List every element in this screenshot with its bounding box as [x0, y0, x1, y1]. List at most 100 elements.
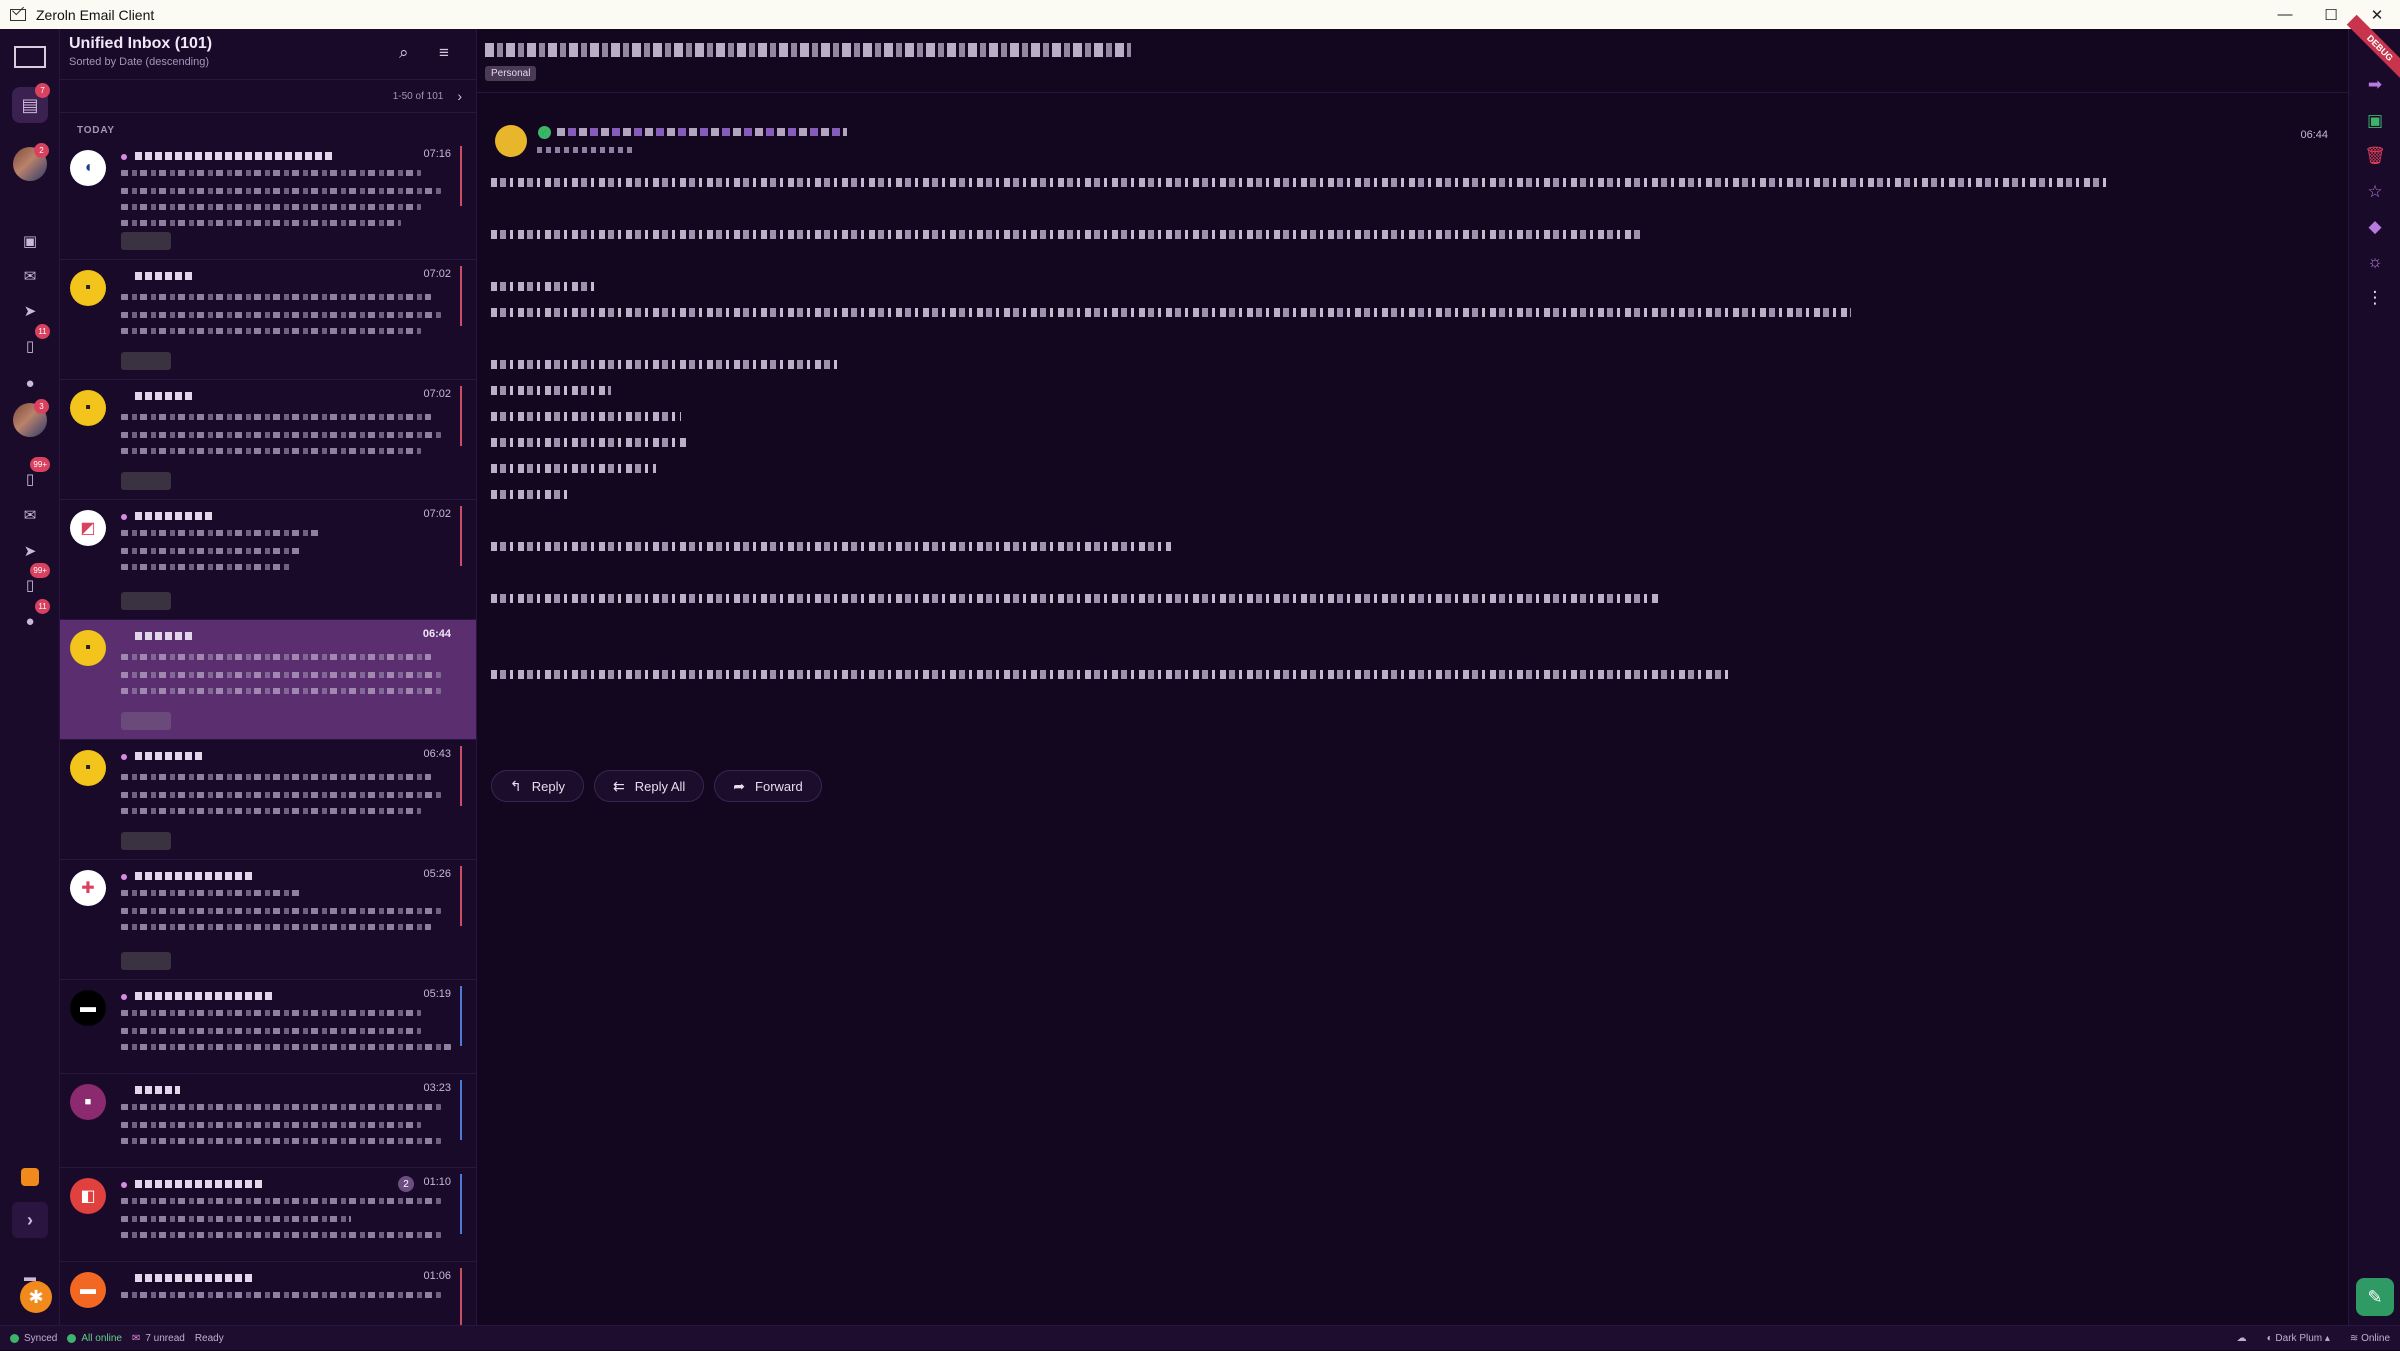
message-row[interactable]: ◖ 07:16	[60, 140, 476, 260]
archive-icon[interactable]: ▣	[12, 223, 48, 259]
action-rail: DEBUG ➡ ▣ 🗑 ☆ ◆ ☼ ⋮	[2346, 14, 2400, 1325]
sort-icon[interactable]: ≡	[439, 43, 449, 63]
open-envelope-icon[interactable]: ✉	[12, 258, 48, 294]
message-time: 06:43	[423, 748, 451, 760]
message-row[interactable]: ◧ 2 01:10	[60, 1168, 476, 1262]
sender-avatar: ✚	[70, 870, 106, 906]
thread-count-badge: 2	[398, 1176, 414, 1192]
preview-line	[121, 432, 441, 438]
more-options-icon[interactable]: ⋮	[2363, 286, 2387, 310]
sender-avatar: ◩	[70, 510, 106, 546]
preview-line	[121, 1138, 441, 1144]
ready-label: Ready	[194, 1332, 224, 1344]
email-actions: ↰ Reply ⇇ Reply All ➦ Forward	[491, 770, 822, 802]
warning-icon[interactable]	[12, 1159, 48, 1195]
reply-all-button[interactable]: ⇇ Reply All	[593, 770, 705, 802]
message-row[interactable]: ■ 03:23	[60, 1074, 476, 1168]
unread-dot	[121, 154, 127, 160]
sender-address[interactable]	[557, 128, 847, 136]
body-paragraph	[491, 386, 611, 395]
compose-button[interactable]: ✎	[2356, 1278, 2394, 1316]
next-page-button[interactable]: ›	[457, 88, 462, 104]
pager: 1-50 of 101 ›	[60, 79, 476, 113]
header-divider	[477, 92, 2348, 93]
forward-icon: ➦	[733, 777, 746, 794]
minimize-button[interactable]: —	[2262, 0, 2308, 29]
preview-line	[121, 188, 441, 194]
inbox2-badge: 99+	[30, 457, 50, 472]
add-to-contacts-icon[interactable]: ▣	[2363, 109, 2387, 133]
inbox2-icon[interactable]: ▯ 99+	[12, 457, 50, 497]
list-header: Unified Inbox (101) Sorted by Date (desc…	[60, 29, 476, 79]
account-color-bar	[460, 146, 462, 206]
sender-avatar: ▬	[70, 990, 106, 1026]
list-title: Unified Inbox (101)	[69, 35, 213, 52]
account-color-bar	[460, 866, 462, 926]
delete-icon[interactable]: 🗑	[2363, 144, 2387, 168]
message-row[interactable]: ▪ 06:43	[60, 740, 476, 860]
message-time: 06:44	[422, 628, 451, 640]
subject-line	[121, 414, 431, 420]
message-row[interactable]: ▪ 07:02	[60, 260, 476, 380]
message-row[interactable]: ▬ 05:19	[60, 980, 476, 1074]
message-row[interactable]: ✚ 05:26	[60, 860, 476, 980]
preview-line	[121, 448, 421, 454]
message-row[interactable]: ▬ 01:06	[60, 1262, 476, 1325]
preview-line	[121, 1122, 421, 1128]
brightness-icon[interactable]: ☼	[2363, 250, 2387, 274]
sender-avatar: ■	[70, 1084, 106, 1120]
preview-line	[121, 688, 441, 694]
reading-pane: Personal ✓ 06:44 ↰ Reply ⇇ Reply All ➦ F…	[477, 29, 2348, 1325]
account-avatar-2[interactable]: 3	[13, 399, 49, 437]
envelope-icon	[14, 46, 46, 68]
sender-name	[135, 632, 195, 640]
drafts-icon[interactable]: ▯ 11	[12, 324, 50, 364]
reply-label: Reply	[531, 778, 565, 794]
sender-name	[135, 752, 205, 760]
label-tag	[121, 472, 171, 490]
reply-all-label: Reply All	[634, 778, 686, 794]
theme-selector[interactable]: ◐ Dark Plum ▴	[2267, 1333, 2330, 1344]
message-row[interactable]: ◩ 07:02	[60, 500, 476, 620]
label-chip[interactable]: Personal	[485, 66, 537, 81]
message-row[interactable]: ▪ 07:02	[60, 380, 476, 500]
move-arrow-icon[interactable]: ➡	[2363, 73, 2387, 97]
reply-button[interactable]: ↰ Reply	[491, 770, 584, 802]
account-color-bar	[460, 986, 462, 1046]
subject-line	[121, 294, 431, 300]
unread-status[interactable]: ✉ 7 unread	[132, 1333, 185, 1344]
label-icon[interactable]: ◆	[2363, 215, 2387, 239]
spam2-badge: 11	[35, 599, 50, 614]
star-icon[interactable]: ☆	[2363, 180, 2387, 204]
preview-line	[121, 808, 421, 814]
theme-label: Dark Plum	[2275, 1333, 2323, 1344]
open-envelope2-icon[interactable]: ✉	[12, 497, 48, 533]
forward-button[interactable]: ➦ Forward	[714, 770, 822, 802]
sender-name	[135, 152, 335, 160]
unified-inbox-button[interactable]: ▤ 7	[12, 83, 50, 123]
spam2-icon[interactable]: ● 11	[12, 599, 50, 639]
unread-dot	[121, 514, 127, 520]
message-time: 07:16	[423, 148, 451, 160]
body-paragraph	[491, 594, 1661, 603]
unread-dot	[121, 994, 127, 1000]
spam-icon[interactable]: ●	[12, 365, 48, 401]
label-tag	[121, 352, 171, 370]
search-icon[interactable]: ⌕	[399, 43, 409, 63]
body-paragraph	[491, 230, 1641, 239]
drafts2-icon[interactable]: ▯ 99+	[12, 563, 50, 603]
subject-line	[121, 1292, 441, 1298]
inbox-icon: ▤	[21, 94, 39, 115]
preview-line	[121, 220, 401, 226]
bug-report-icon[interactable]: ✱	[20, 1281, 52, 1313]
account-avatar-1[interactable]: 2	[13, 143, 49, 181]
preview-line	[121, 908, 441, 914]
expand-rail-button[interactable]: ›	[12, 1202, 48, 1238]
message-row-selected[interactable]: ▪ 06:44	[60, 620, 476, 740]
date-group-label: TODAY	[77, 125, 115, 136]
envelope-icon: ✉	[131, 1332, 141, 1344]
unread-dot	[121, 754, 127, 760]
network-status: ≋ Online	[2349, 1333, 2390, 1344]
unread-label: 7 unread	[145, 1332, 185, 1344]
cloud-icon[interactable]: ☁	[2237, 1333, 2247, 1344]
